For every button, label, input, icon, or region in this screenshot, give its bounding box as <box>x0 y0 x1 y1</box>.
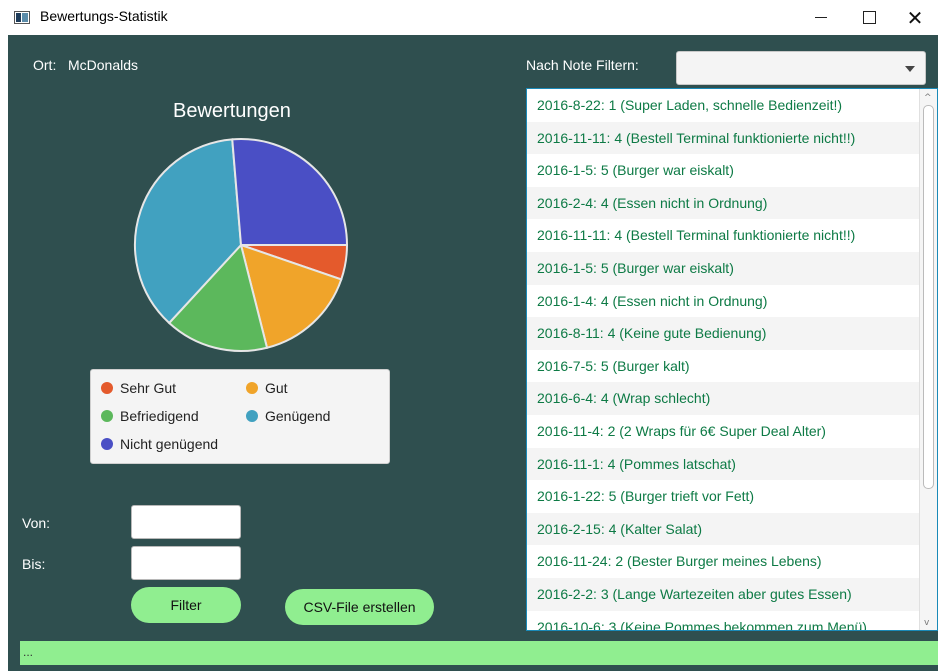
legend-swatch <box>101 438 113 450</box>
legend-item-befriedigend: Befriedigend <box>101 408 199 424</box>
list-item[interactable]: 2016-10-6: 3 (Keine Pommes bekommen zum … <box>527 611 919 631</box>
legend-swatch <box>246 382 258 394</box>
list-item[interactable]: 2016-6-4: 4 (Wrap schlecht) <box>527 382 919 415</box>
scrollbar[interactable]: ^ v <box>919 89 937 630</box>
window-title: Bewertungs-Statistik <box>40 8 168 24</box>
filter-label: Nach Note Filtern: <box>526 57 639 73</box>
maximize-icon <box>862 11 876 24</box>
von-label: Von: <box>22 515 51 531</box>
legend-item-genuegend: Genügend <box>246 408 330 424</box>
list-item[interactable]: 2016-8-11: 4 (Keine gute Bedienung) <box>527 317 919 350</box>
legend-swatch <box>101 382 113 394</box>
chart-title: Bewertungen <box>173 100 291 122</box>
list-item[interactable]: 2016-11-4: 2 (2 Wraps für 6€ Super Deal … <box>527 415 919 448</box>
title-bar: Bewertungs-Statistik ✕ <box>0 0 938 35</box>
minimize-icon <box>815 17 827 18</box>
list-item[interactable]: 2016-11-11: 4 (Bestell Terminal funktion… <box>527 219 919 252</box>
legend-item-sehr-gut: Sehr Gut <box>101 380 176 396</box>
list-item[interactable]: 2016-11-1: 4 (Pommes latschat) <box>527 447 919 481</box>
list-item[interactable]: 2016-1-5: 5 (Burger war eiskalt) <box>527 251 919 285</box>
legend-item-gut: Gut <box>246 380 288 396</box>
legend-swatch <box>101 410 113 422</box>
legend-label: Nicht genügend <box>120 436 219 452</box>
bis-input[interactable] <box>131 546 241 580</box>
von-input[interactable] <box>131 505 241 539</box>
scroll-up-icon[interactable]: ^ <box>924 93 934 103</box>
ort-value: McDonalds <box>68 57 139 73</box>
scroll-down-icon[interactable]: v <box>924 618 934 628</box>
list-item[interactable]: 2016-11-24: 2 (Bester Burger meines Lebe… <box>527 545 919 578</box>
bis-label: Bis: <box>22 556 46 572</box>
minimize-button[interactable] <box>798 0 844 35</box>
legend-swatch <box>246 410 258 422</box>
list-item[interactable]: 2016-1-22: 5 (Burger trieft vor Fett) <box>527 480 919 513</box>
grade-filter-combobox[interactable] <box>676 51 926 85</box>
maximize-button[interactable] <box>846 0 892 35</box>
ort-label: Ort: <box>33 57 57 73</box>
pie-chart <box>134 138 349 352</box>
chevron-down-icon <box>905 66 915 72</box>
ratings-list[interactable]: 2016-8-22: 1 (Super Laden, schnelle Bedi… <box>526 88 938 631</box>
list-item[interactable]: 2016-1-4: 4 (Essen nicht in Ordnung) <box>527 285 919 318</box>
list-item[interactable]: 2016-2-15: 4 (Kalter Salat) <box>527 512 919 546</box>
list-item[interactable]: 2016-7-5: 5 (Burger kalt) <box>527 350 919 383</box>
legend-label: Sehr Gut <box>120 380 177 396</box>
pie-slice-nicht-genügend <box>231 138 349 246</box>
legend-item-nicht-genuegend: Nicht genügend <box>101 436 218 452</box>
legend-label: Genügend <box>265 408 331 424</box>
list-item[interactable]: 2016-8-22: 1 (Super Laden, schnelle Bedi… <box>527 89 919 122</box>
list-item[interactable]: 2016-1-5: 5 (Burger war eiskalt) <box>527 154 919 187</box>
close-icon: ✕ <box>906 5 924 30</box>
list-item[interactable]: 2016-2-4: 4 (Essen nicht in Ordnung) <box>527 186 919 220</box>
legend-label: Gut <box>265 380 288 396</box>
scrollbar-thumb[interactable] <box>923 105 934 489</box>
main-panel: Ort: McDonalds Bewertungen Sehr Gut Gut … <box>8 35 938 671</box>
chart-legend: Sehr Gut Gut Befriedigend Genügend Nicht… <box>90 369 390 464</box>
legend-label: Befriedigend <box>120 408 199 424</box>
list-item[interactable]: 2016-11-11: 4 (Bestell Terminal funktion… <box>527 121 919 155</box>
app-icon <box>14 11 30 24</box>
status-bar: ... <box>20 641 938 665</box>
csv-export-button[interactable]: CSV-File erstellen <box>285 589 434 625</box>
filter-button[interactable]: Filter <box>131 587 241 623</box>
list-item[interactable]: 2016-2-2: 3 (Lange Wartezeiten aber gute… <box>527 577 919 611</box>
close-button[interactable]: ✕ <box>892 0 938 35</box>
